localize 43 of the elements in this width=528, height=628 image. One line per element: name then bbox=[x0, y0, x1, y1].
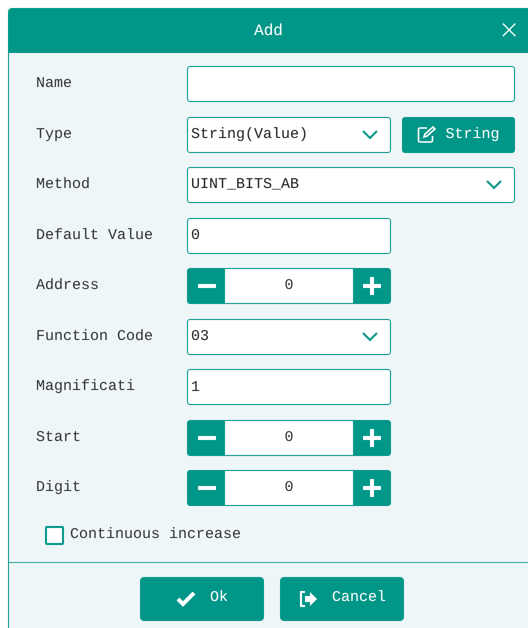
field-label: Method bbox=[36, 175, 92, 195]
plus-button[interactable] bbox=[353, 269, 390, 304]
cancel-button[interactable]: Cancel bbox=[280, 576, 404, 620]
field-label: Start bbox=[36, 428, 82, 448]
checkbox[interactable] bbox=[45, 526, 64, 545]
field-label: Name bbox=[36, 74, 74, 94]
sign-out-icon bbox=[298, 590, 318, 608]
input-field[interactable] bbox=[187, 66, 515, 102]
stepper-value: 0 bbox=[283, 276, 294, 296]
field-label: Function Code bbox=[36, 326, 154, 346]
minus-button[interactable] bbox=[188, 269, 225, 304]
minus-icon bbox=[198, 284, 216, 288]
select-field[interactable]: String(Value) bbox=[187, 116, 391, 153]
check-icon bbox=[176, 590, 196, 606]
string-button[interactable]: String bbox=[402, 116, 515, 153]
edit-icon bbox=[417, 126, 438, 144]
field-label: Digit bbox=[36, 478, 82, 498]
input-field[interactable]: 1 bbox=[187, 369, 391, 406]
checkbox-label: Continuous increase bbox=[70, 525, 242, 546]
close-button[interactable]: × bbox=[498, 20, 520, 40]
chevron-down-icon bbox=[362, 332, 378, 342]
plus-button[interactable] bbox=[353, 420, 390, 455]
stepper-value: 0 bbox=[283, 428, 294, 448]
chevron-down-icon bbox=[486, 180, 502, 190]
field-label: Address bbox=[36, 276, 100, 296]
plus-icon bbox=[362, 428, 382, 448]
select-field[interactable]: 03 bbox=[187, 318, 391, 355]
input-field[interactable]: 0 bbox=[187, 218, 391, 254]
minus-icon bbox=[198, 486, 216, 490]
minus-button[interactable] bbox=[188, 420, 225, 455]
field-label: Default Value bbox=[36, 226, 154, 246]
field-label: Type bbox=[36, 124, 74, 144]
minus-button[interactable] bbox=[188, 471, 225, 506]
chevron-down-icon bbox=[362, 130, 378, 140]
field-label: Magnificati bbox=[36, 377, 136, 397]
plus-button[interactable] bbox=[353, 471, 390, 506]
plus-icon bbox=[362, 276, 382, 296]
stepper-value: 0 bbox=[283, 478, 294, 498]
ok-button[interactable]: Ok bbox=[140, 576, 264, 620]
dialog-title: Add bbox=[254, 20, 283, 42]
minus-icon bbox=[198, 436, 216, 440]
plus-icon bbox=[362, 478, 382, 498]
select-field[interactable]: UINT_BITS_AB bbox=[187, 167, 515, 204]
